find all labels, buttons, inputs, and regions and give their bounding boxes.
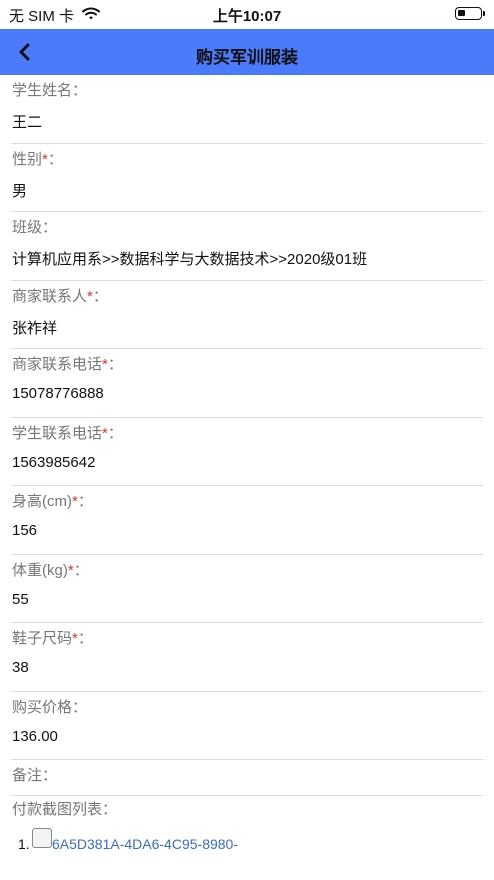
status-clock: 上午10:07	[212, 8, 282, 25]
form-field: 体重(kg)*： 55	[11, 555, 483, 623]
field-label: 学生联系电话*：	[12, 424, 123, 442]
order-form: 学生姓名： 王二性别*： 男班级： 计算机应用系>>数据科学与大数据技术>>2020级…	[0, 75, 494, 796]
payment-image-link[interactable]: 6A5D381A-4DA6-4C95-8980-	[52, 836, 238, 852]
status-bar: 无 SIM 卡 上午10:07	[0, 0, 494, 29]
form-field: 班级： 计算机应用系>>数据科学与大数据技术>>2020级01班	[11, 212, 483, 281]
form-field: 购买价格： 136.00	[11, 692, 483, 760]
image-thumbnail-icon[interactable]	[32, 828, 52, 848]
field-label: 备注：	[12, 767, 58, 784]
payment-list-title: 付款截图列表：	[12, 801, 118, 818]
field-value: 156	[12, 522, 38, 539]
field-value: 张祚祥	[12, 319, 58, 337]
field-value: 136.00	[12, 727, 58, 745]
payment-list-item: 1. 6A5D381A-4DA6-4C95-8980-	[18, 828, 488, 852]
form-field: 学生联系电话*： 1563985642	[11, 418, 483, 486]
field-value: 15078776888	[12, 385, 104, 402]
field-label: 身高(cm)*：	[12, 493, 93, 510]
field-value: 计算机应用系>>数据科学与大数据技术>>2020级01班	[12, 251, 368, 268]
field-value: 男	[12, 182, 28, 200]
field-value: 55	[12, 590, 29, 608]
form-field: 身高(cm)*： 156	[11, 486, 483, 555]
field-label: 鞋子尺码*：	[12, 630, 93, 647]
field-value: 1563985642	[12, 453, 96, 471]
field-value: 38	[12, 659, 29, 676]
field-label: 性别*：	[12, 150, 63, 168]
form-field: 备注：	[11, 760, 483, 796]
field-label: 购买价格：	[12, 698, 88, 716]
form-field: 商家联系电话*： 15078776888	[11, 349, 483, 418]
navigation-bar: 购买军训服装	[0, 29, 494, 75]
form-field: 鞋子尺码*： 38	[11, 623, 483, 692]
battery-icon	[455, 7, 482, 20]
form-field: 学生姓名： 王二	[11, 75, 483, 144]
battery-cap	[483, 11, 485, 16]
field-value: 王二	[12, 114, 43, 131]
field-label: 体重(kg)*：	[12, 561, 89, 579]
field-label: 学生姓名：	[12, 82, 88, 99]
field-label: 商家联系人*：	[12, 287, 108, 305]
form-field: 性别*： 男	[11, 144, 483, 212]
field-label: 班级：	[12, 219, 58, 236]
list-item-number: 1.	[18, 836, 30, 852]
form-field: 商家联系人*： 张祚祥	[11, 281, 483, 349]
page-title: 购买军训服装	[196, 48, 298, 67]
field-label: 商家联系电话*：	[12, 356, 123, 373]
